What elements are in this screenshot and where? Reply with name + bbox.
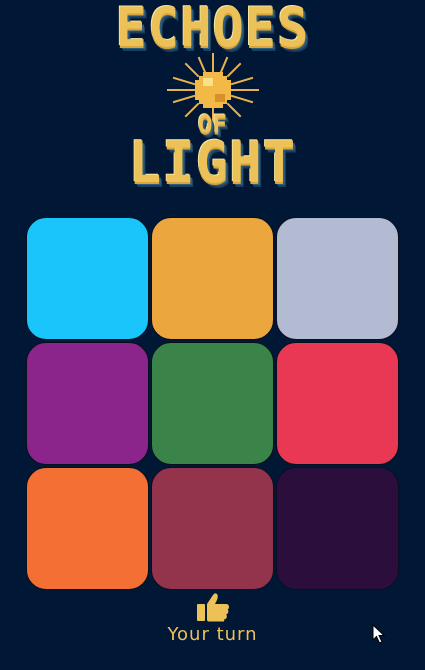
color-tile[interactable]: [276, 342, 399, 465]
game-logo: ECHOES OF LIGHT: [0, 0, 425, 200]
color-tile[interactable]: [26, 467, 149, 590]
color-tile[interactable]: [276, 217, 399, 340]
thumbs-up-icon: [196, 593, 229, 622]
game-screen: ECHOES OF LIGHT Your turn: [0, 0, 425, 670]
color-tile[interactable]: [276, 467, 399, 590]
color-tile[interactable]: [26, 342, 149, 465]
color-tile[interactable]: [151, 217, 274, 340]
logo-title-light: LIGHT: [128, 129, 297, 196]
mouse-cursor-icon: [372, 624, 386, 644]
turn-status: Your turn: [0, 590, 425, 650]
color-tile-grid: [26, 217, 401, 592]
turn-status-text: Your turn: [167, 624, 258, 645]
color-tile[interactable]: [151, 342, 274, 465]
logo-title-echoes: ECHOES: [115, 0, 310, 60]
color-tile[interactable]: [151, 467, 274, 590]
color-tile[interactable]: [26, 217, 149, 340]
